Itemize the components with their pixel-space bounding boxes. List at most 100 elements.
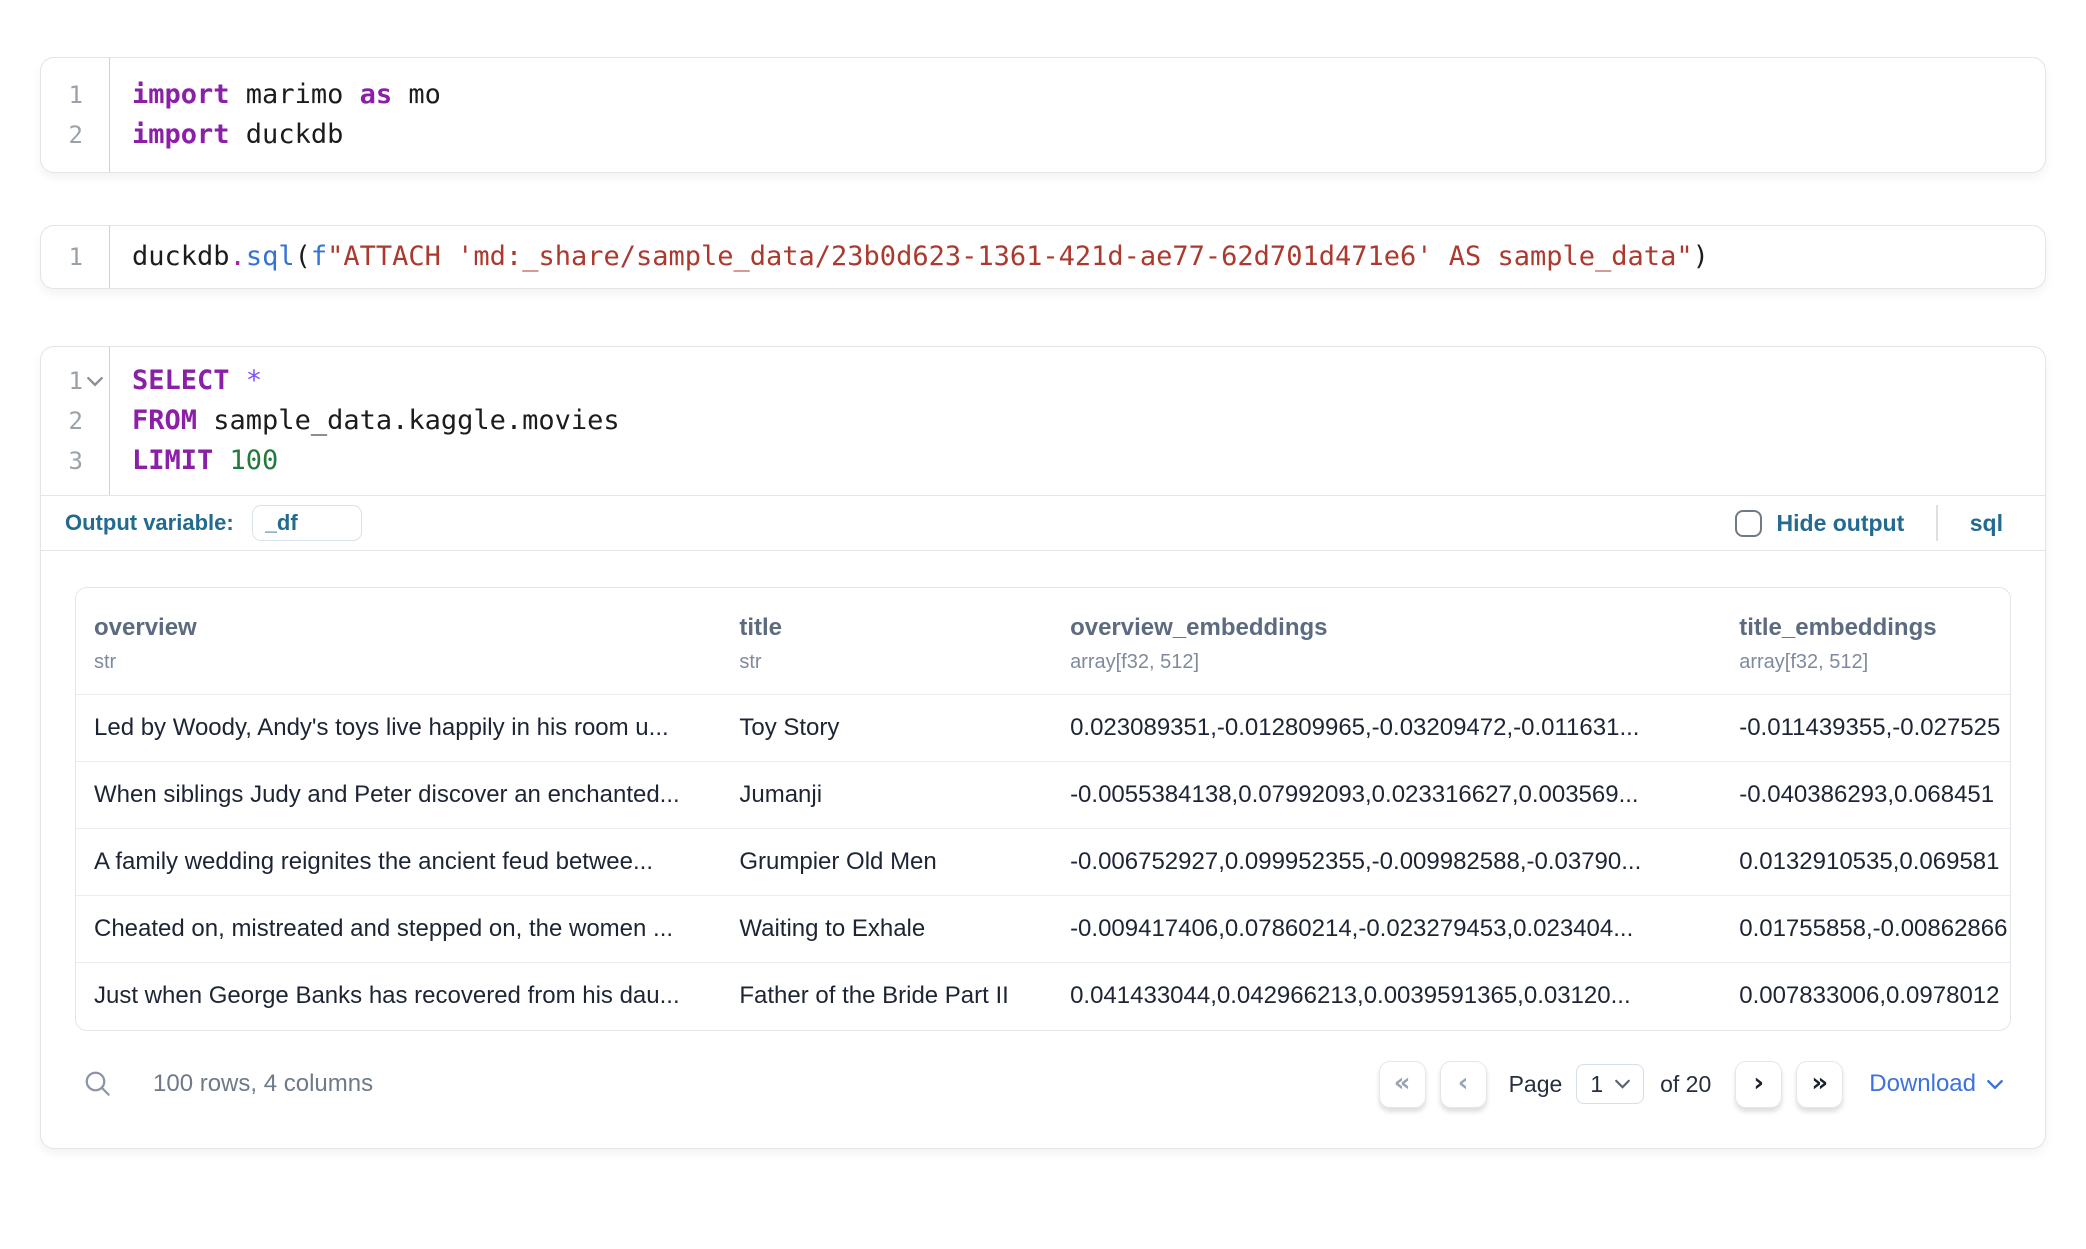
fstring-prefix-token: f [311, 241, 327, 272]
code-content: import marimo as mo import duckdb [110, 58, 2045, 172]
column-header-overview[interactable]: overview str [76, 588, 739, 695]
code-token: ) [1693, 241, 1709, 272]
cell-overview-embeddings: -0.0055384138,0.07992093,0.023316627,0.0… [1070, 762, 1739, 829]
column-header-title[interactable]: title str [739, 588, 1070, 695]
cell-overview-embeddings: 0.041433044,0.042966213,0.0039591365,0.0… [1070, 963, 1739, 1030]
keyword-token: SELECT [132, 365, 230, 396]
keyword-token: import [132, 79, 230, 110]
cell-overview: Led by Woody, Andy's toys live happily i… [76, 695, 739, 762]
line-number-gutter: 1 2 [41, 58, 110, 172]
column-type: str [94, 651, 731, 674]
code-token: . [230, 241, 246, 272]
keyword-token: import [132, 119, 230, 150]
table-row: Led by Woody, Andy's toys live happily i… [76, 695, 2010, 762]
sql-cell-movies: 1 2 3 SELECT * FROM sample_data.kaggle.m… [40, 346, 2046, 1149]
code-content: SELECT * FROM sample_data.kaggle.movies … [110, 347, 2045, 495]
search-icon[interactable] [83, 1069, 113, 1099]
keyword-token: as [360, 79, 393, 110]
cell-title: Waiting to Exhale [739, 896, 1070, 963]
column-type: str [739, 651, 1062, 674]
cell-overview-embeddings: -0.006752927,0.099952355,-0.009982588,-0… [1070, 829, 1739, 896]
code-editor[interactable]: 1 duckdb.sql(f"ATTACH 'md:_share/sample_… [41, 226, 2045, 288]
cell-title-embeddings: 0.0132910535,0.069581 [1739, 829, 2010, 896]
hide-output-checkbox[interactable] [1735, 510, 1762, 537]
line-number: 2 [69, 115, 83, 155]
page-label: Page [1509, 1071, 1563, 1098]
column-name: overview [94, 614, 731, 642]
download-label: Download [1869, 1070, 1976, 1098]
cell-title-embeddings: 0.007833006,0.0978012 [1739, 963, 2010, 1030]
code-cell-imports: 1 2 import marimo as mo import duckdb [40, 57, 2046, 173]
chevron-down-icon [1987, 1079, 2003, 1090]
line-number: 2 [69, 401, 83, 441]
code-line: FROM sample_data.kaggle.movies [132, 401, 2045, 441]
code-token: ( [295, 241, 311, 272]
code-token [230, 365, 246, 396]
number-token: 100 [230, 445, 279, 476]
code-line: LIMIT 100 [132, 441, 2045, 481]
column-header-title-embeddings[interactable]: title_embeddings array[f32, 512] [1739, 588, 2010, 695]
line-number: 1 [69, 237, 83, 277]
page-total-label: of 20 [1660, 1071, 1711, 1098]
code-line: duckdb.sql(f"ATTACH 'md:_share/sample_da… [132, 237, 2045, 277]
code-content: duckdb.sql(f"ATTACH 'md:_share/sample_da… [110, 226, 2045, 288]
chevron-down-icon [1615, 1079, 1630, 1089]
table-row: Just when George Banks has recovered fro… [76, 963, 2010, 1030]
code-token: duckdb [230, 119, 344, 150]
string-token: "ATTACH 'md:_share/sample_data/23b0d623-… [327, 241, 1692, 272]
code-line: import duckdb [132, 115, 2045, 155]
last-page-button[interactable]: » [1796, 1061, 1843, 1108]
prev-page-button[interactable]: ‹ [1440, 1061, 1487, 1108]
cell-overview: Just when George Banks has recovered fro… [76, 963, 739, 1030]
table-row: When siblings Judy and Peter discover an… [76, 762, 2010, 829]
next-page-button[interactable]: › [1735, 1061, 1782, 1108]
code-token: sample_data.kaggle.movies [197, 405, 620, 436]
cell-overview-embeddings: -0.009417406,0.07860214,-0.023279453,0.0… [1070, 896, 1739, 963]
hide-output-label[interactable]: Hide output [1777, 510, 1905, 537]
code-cell-attach: 1 duckdb.sql(f"ATTACH 'md:_share/sample_… [40, 225, 2046, 289]
page-select[interactable]: 1 [1576, 1064, 1644, 1104]
column-name: overview_embeddings [1070, 614, 1731, 642]
code-token [213, 445, 229, 476]
line-number-gutter: 1 2 3 [41, 347, 110, 495]
line-number: 3 [69, 441, 83, 481]
cell-title: Father of the Bride Part II [739, 963, 1070, 1030]
cell-title-embeddings: -0.011439355,-0.027525 [1739, 695, 2010, 762]
code-line: import marimo as mo [132, 75, 2045, 115]
cell-overview: A family wedding reignites the ancient f… [76, 829, 739, 896]
cell-title-embeddings: -0.040386293,0.068451 [1739, 762, 2010, 829]
page-select-value: 1 [1590, 1071, 1603, 1098]
cell-overview-embeddings: 0.023089351,-0.012809965,-0.03209472,-0.… [1070, 695, 1739, 762]
keyword-token: FROM [132, 405, 197, 436]
cell-title: Grumpier Old Men [739, 829, 1070, 896]
code-line: SELECT * [132, 361, 2045, 401]
cell-title: Jumanji [739, 762, 1070, 829]
column-name: title [739, 614, 1062, 642]
pagination-controls: « ‹ Page 1 of 20 › » Download [1379, 1061, 2003, 1108]
first-page-button[interactable]: « [1379, 1061, 1426, 1108]
column-header-overview-embeddings[interactable]: overview_embeddings array[f32, 512] [1070, 588, 1739, 695]
code-token: duckdb [132, 241, 230, 272]
fold-chevron-icon[interactable] [87, 376, 103, 387]
code-token: marimo [230, 79, 360, 110]
download-button[interactable]: Download [1869, 1070, 2003, 1098]
table-header-row: overview str title str overview_embeddin… [76, 588, 2010, 695]
cell-title-embeddings: 0.01755858,-0.00862866 [1739, 896, 2010, 963]
line-number: 1 [69, 75, 83, 115]
line-number: 1 [69, 361, 83, 401]
output-variable-input[interactable] [252, 505, 362, 541]
marimo-notebook: 1 2 import marimo as mo import duckdb 1 … [0, 57, 2086, 1149]
table-footer: 100 rows, 4 columns « ‹ Page 1 of 20 › »… [75, 1061, 2011, 1108]
function-token: sql [246, 241, 295, 272]
cell-output: overview str title str overview_embeddin… [41, 551, 2045, 1148]
table-row: A family wedding reignites the ancient f… [76, 829, 2010, 896]
dataframe-table: overview str title str overview_embeddin… [75, 587, 2011, 1031]
row-count-status: 100 rows, 4 columns [153, 1070, 373, 1098]
cell-overview: Cheated on, mistreated and stepped on, t… [76, 896, 739, 963]
cell-title: Toy Story [739, 695, 1070, 762]
wildcard-token: * [246, 365, 262, 396]
language-badge[interactable]: sql [1970, 510, 2003, 537]
table-row: Cheated on, mistreated and stepped on, t… [76, 896, 2010, 963]
code-editor[interactable]: 1 2 import marimo as mo import duckdb [41, 58, 2045, 172]
code-editor[interactable]: 1 2 3 SELECT * FROM sample_data.kaggle.m… [41, 347, 2045, 495]
